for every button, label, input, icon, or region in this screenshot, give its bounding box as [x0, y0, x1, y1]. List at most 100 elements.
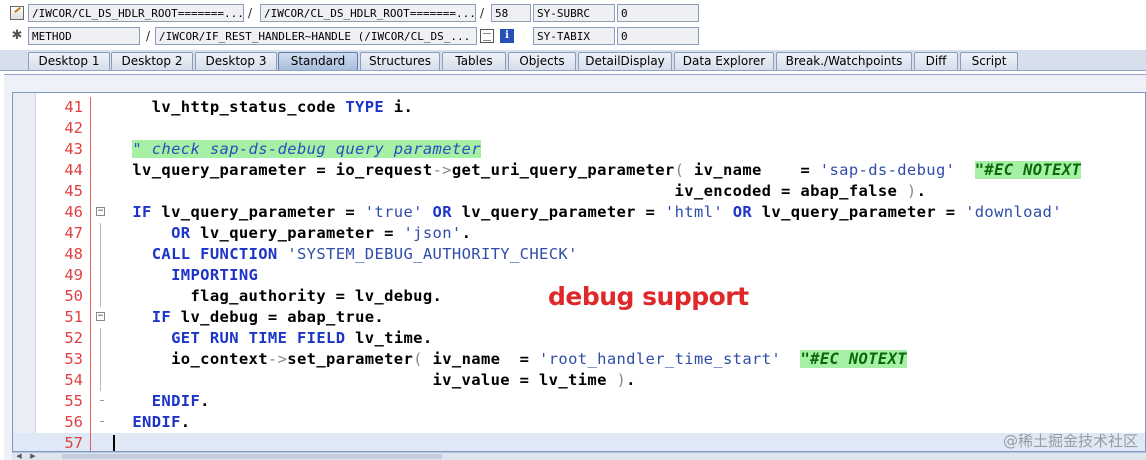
- code-text: ENDIF.: [151, 392, 210, 410]
- program-field[interactable]: /IWCOR/CL_DS_HDLR_ROOT=======...: [28, 4, 244, 22]
- tab-diff[interactable]: Diff: [914, 52, 958, 70]
- line-number-separator: [90, 244, 91, 265]
- code-text: iv_value = lv_time ).: [113, 371, 636, 389]
- code-text: io_context->set_parameter( iv_name = 'ro…: [113, 350, 907, 368]
- line-number-separator: [90, 181, 91, 202]
- code-line[interactable]: 48 CALL FUNCTION 'SYSTEM_DEBUG_AUTHORITY…: [13, 244, 1145, 265]
- line-number-separator: [90, 139, 91, 160]
- separator-slash: /: [248, 6, 253, 20]
- code-text: CALL FUNCTION 'SYSTEM_DEBUG_AUTHORITY_CH…: [151, 245, 578, 263]
- code-line[interactable]: 46 − IF lv_query_parameter = 'true' OR lv…: [13, 202, 1145, 223]
- pragma-comment: "#EC NOTEXT: [974, 161, 1082, 179]
- line-number: 54: [64, 371, 83, 389]
- collapse-block-icon[interactable]: −: [96, 207, 105, 216]
- line-number-field[interactable]: 58: [491, 4, 531, 22]
- line-number-separator: [90, 328, 91, 349]
- collapse-block-icon[interactable]: −: [96, 312, 105, 321]
- event-name-field[interactable]: /IWCOR/IF_REST_HANDLER~HANDLE (/IWCOR/CL…: [155, 27, 477, 45]
- fold-end-marker: [100, 400, 104, 401]
- tab-tables[interactable]: Tables: [442, 52, 506, 70]
- line-number: 49: [64, 266, 83, 284]
- event-type-field[interactable]: METHOD: [28, 27, 140, 45]
- code-text: GET RUN TIME FIELD lv_time.: [171, 329, 433, 347]
- line-number-separator: [90, 118, 91, 139]
- line-number-separator: [90, 97, 91, 118]
- code-text: OR lv_query_parameter = 'json'.: [171, 224, 472, 242]
- scrollbar-thumb[interactable]: [62, 454, 442, 459]
- line-number: 46: [64, 203, 83, 221]
- code-text: lv_http_status_code TYPE i.: [113, 98, 414, 116]
- line-number: 45: [64, 182, 83, 200]
- tab-detail-display[interactable]: DetailDisplay: [578, 52, 672, 70]
- code-line[interactable]: 47 OR lv_query_parameter = 'json'.: [13, 223, 1145, 244]
- code-text: iv_encoded = abap_false ).: [113, 182, 927, 200]
- include-field[interactable]: /IWCOR/CL_DS_HDLR_ROOT=======...: [260, 4, 476, 22]
- line-number-separator: [90, 391, 91, 412]
- sysvar-name-field[interactable]: SY-TABIX: [533, 27, 615, 45]
- code-comment: " check sap-ds-debug query parameter: [132, 140, 481, 158]
- tab-script[interactable]: Script: [960, 52, 1018, 70]
- annotation-debug-support: debug support: [548, 282, 749, 311]
- code-line[interactable]: 56 ENDIF.: [13, 412, 1145, 433]
- fold-guide: [100, 370, 101, 391]
- edit-icon[interactable]: [10, 6, 24, 20]
- line-number: 50: [64, 287, 83, 305]
- line-number-separator: [90, 223, 91, 244]
- line-number-separator: [90, 307, 91, 328]
- line-number-separator: [90, 370, 91, 391]
- line-number-separator: [90, 349, 91, 370]
- code-text: IMPORTING: [171, 266, 259, 284]
- code-text: IF lv_debug = abap_true.: [151, 308, 385, 326]
- code-line[interactable]: 57: [13, 433, 1145, 452]
- line-number: 53: [64, 350, 83, 368]
- code-text: flag_authority = lv_debug.: [113, 287, 443, 305]
- line-number: 44: [64, 161, 83, 179]
- code-line[interactable]: 42: [13, 118, 1145, 139]
- tab-standard[interactable]: Standard: [278, 52, 358, 70]
- sysvar-value-field[interactable]: 0: [617, 4, 699, 22]
- line-number: 42: [64, 119, 83, 137]
- debugger-tab-strip: Desktop 1 Desktop 2 Desktop 3 Standard S…: [0, 50, 1146, 71]
- line-number-separator: [90, 160, 91, 181]
- code-line[interactable]: 53 io_context->set_parameter( iv_name = …: [13, 349, 1145, 370]
- sysvar-name-field[interactable]: SY-SUBRC: [533, 4, 615, 22]
- line-number: 56: [64, 413, 83, 431]
- text-cursor: [113, 435, 115, 451]
- code-line[interactable]: 41 lv_http_status_code TYPE i.: [13, 97, 1145, 118]
- line-number: 43: [64, 140, 83, 158]
- fold-guide: [100, 265, 101, 286]
- code-line[interactable]: 43 " check sap-ds-debug query parameter: [13, 139, 1145, 160]
- tab-structures[interactable]: Structures: [360, 52, 440, 70]
- code-line[interactable]: 55 ENDIF.: [13, 391, 1145, 412]
- code-text: ENDIF.: [132, 413, 191, 431]
- tab-desktop-1[interactable]: Desktop 1: [28, 52, 110, 70]
- document-icon[interactable]: [480, 29, 494, 43]
- code-line[interactable]: 54 iv_value = lv_time ).: [13, 370, 1145, 391]
- source-code-editor[interactable]: 41 lv_http_status_code TYPE i. 42 43 " che…: [12, 92, 1146, 452]
- sysvar-value-field[interactable]: 0: [617, 27, 699, 45]
- code-line[interactable]: 44 lv_query_parameter = io_request->get_…: [13, 160, 1145, 181]
- line-number: 47: [64, 224, 83, 242]
- info-row-1: /IWCOR/CL_DS_HDLR_ROOT=======... / /IWCO…: [0, 4, 1146, 26]
- tab-desktop-3[interactable]: Desktop 3: [195, 52, 277, 70]
- fold-guide: [100, 286, 101, 307]
- line-number-separator: [90, 202, 91, 223]
- line-number: 57: [64, 434, 83, 452]
- separator-slash: /: [480, 6, 485, 20]
- fold-end-marker: [100, 421, 104, 422]
- tab-breakpoints-watchpoints[interactable]: Break./Watchpoints: [776, 52, 912, 70]
- separator-slash: /: [146, 29, 151, 43]
- line-number-separator: [90, 433, 91, 451]
- pragma-comment: "#EC NOTEXT: [800, 350, 907, 368]
- tab-data-explorer[interactable]: Data Explorer: [674, 52, 774, 70]
- line-number-separator: [90, 286, 91, 307]
- code-line[interactable]: 45 iv_encoded = abap_false ).: [13, 181, 1145, 202]
- line-number: 41: [64, 98, 83, 116]
- line-number: 48: [64, 245, 83, 263]
- tab-objects[interactable]: Objects: [508, 52, 576, 70]
- tab-desktop-2[interactable]: Desktop 2: [111, 52, 193, 70]
- info-icon[interactable]: i: [500, 29, 514, 43]
- fold-guide: [100, 244, 101, 265]
- code-text: IF lv_query_parameter = 'true' OR lv_que…: [132, 203, 1062, 221]
- code-line[interactable]: 52 GET RUN TIME FIELD lv_time.: [13, 328, 1145, 349]
